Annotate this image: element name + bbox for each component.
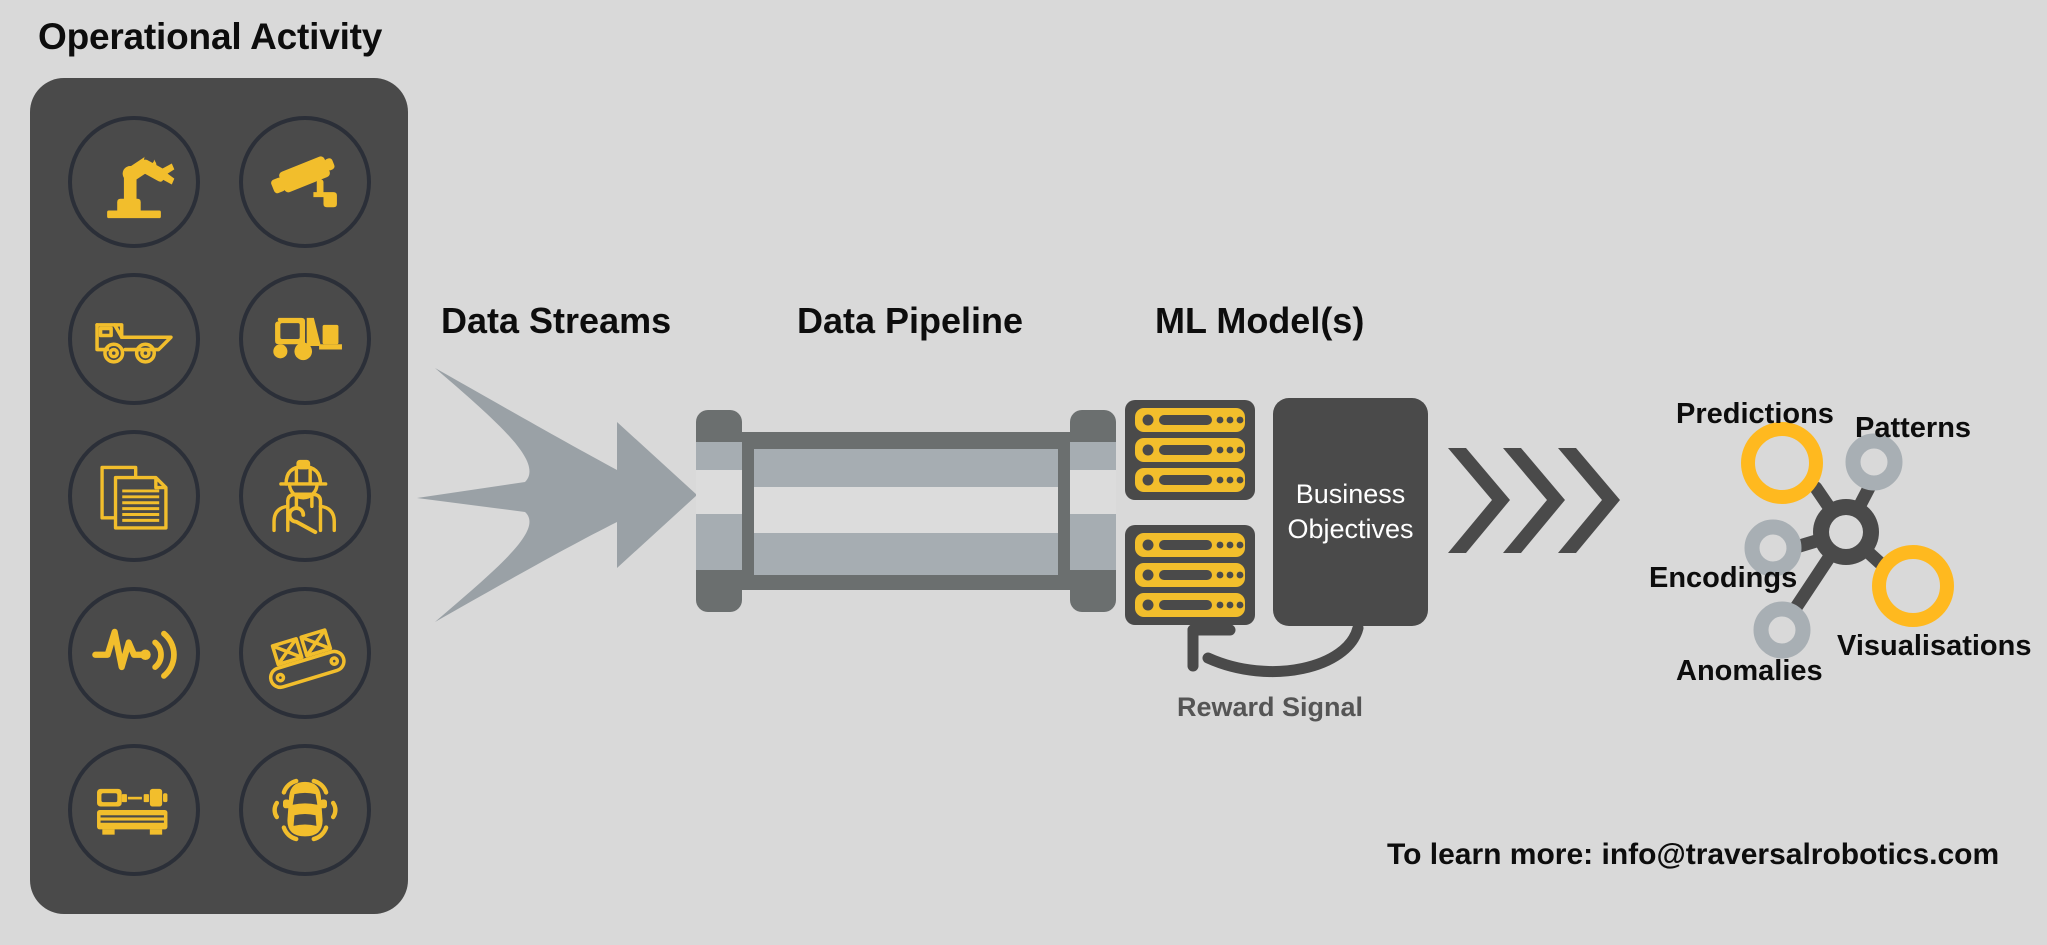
lathe-machine-icon (67, 743, 200, 876)
business-objectives-label: Business Objectives (1287, 477, 1413, 547)
chevron-icon (1558, 448, 1620, 553)
flow-chevrons (1448, 448, 1658, 553)
heading-data-pipeline: Data Pipeline (797, 300, 1024, 341)
robot-arm-icon (67, 116, 200, 249)
activity-icon-cell[interactable] (52, 263, 215, 416)
node-anomalies (1753, 601, 1811, 659)
business-objectives-line1: Business (1295, 478, 1406, 509)
heading-ml-models: ML Model(s) (1155, 300, 1365, 341)
activity-icon-cell[interactable] (223, 576, 386, 729)
node-label-patterns: Patterns (1855, 412, 1972, 444)
activity-icon-cell[interactable] (52, 733, 215, 886)
reward-signal-arrow (1180, 622, 1370, 684)
page-title: Operational Activity (38, 16, 383, 57)
activity-icon-cell[interactable] (223, 733, 386, 886)
forklift-icon (238, 273, 371, 406)
vibration-sensor-icon (67, 586, 200, 719)
reward-signal-label: Reward Signal (1177, 692, 1364, 722)
chevron-icon (1448, 448, 1510, 553)
cctv-camera-icon (238, 116, 371, 249)
activity-icon-grid (30, 78, 408, 914)
activity-icon-cell[interactable] (52, 576, 215, 729)
activity-icon-cell[interactable] (52, 106, 215, 259)
activity-icon-cell[interactable] (223, 420, 386, 573)
documents-icon (67, 429, 200, 562)
data-pipeline-graphic (686, 400, 1126, 626)
node-predictions (1741, 422, 1823, 504)
connected-vehicle-icon (238, 743, 371, 876)
node-label-visualisations: Visualisations (1837, 630, 2032, 662)
node-label-encodings: Encodings (1649, 562, 1798, 594)
activity-icon-cell[interactable] (52, 420, 215, 573)
server-rack (1125, 525, 1255, 625)
dump-truck-icon (67, 273, 200, 406)
worker-wrench-icon (238, 429, 371, 562)
central-hub-core (1829, 515, 1863, 549)
conveyor-belt-icon (238, 586, 371, 719)
activity-icon-cell[interactable] (223, 106, 386, 259)
diagram-canvas: Operational Activity Data Streams Data P… (0, 0, 2047, 945)
business-objectives-box: Business Objectives (1273, 398, 1428, 626)
node-patterns (1845, 433, 1903, 491)
node-label-anomalies: Anomalies (1676, 655, 1823, 687)
converging-data-arrow (405, 330, 710, 660)
server-rack (1125, 400, 1255, 500)
node-label-predictions: Predictions (1676, 398, 1834, 430)
node-visualisations (1872, 545, 1954, 627)
chevron-icon (1503, 448, 1565, 553)
operational-activity-panel (30, 78, 408, 914)
business-objectives-line2: Objectives (1287, 514, 1414, 544)
activity-icon-cell[interactable] (223, 263, 386, 416)
footer-contact-text: To learn more: info@traversalrobotics.co… (1387, 838, 2000, 871)
